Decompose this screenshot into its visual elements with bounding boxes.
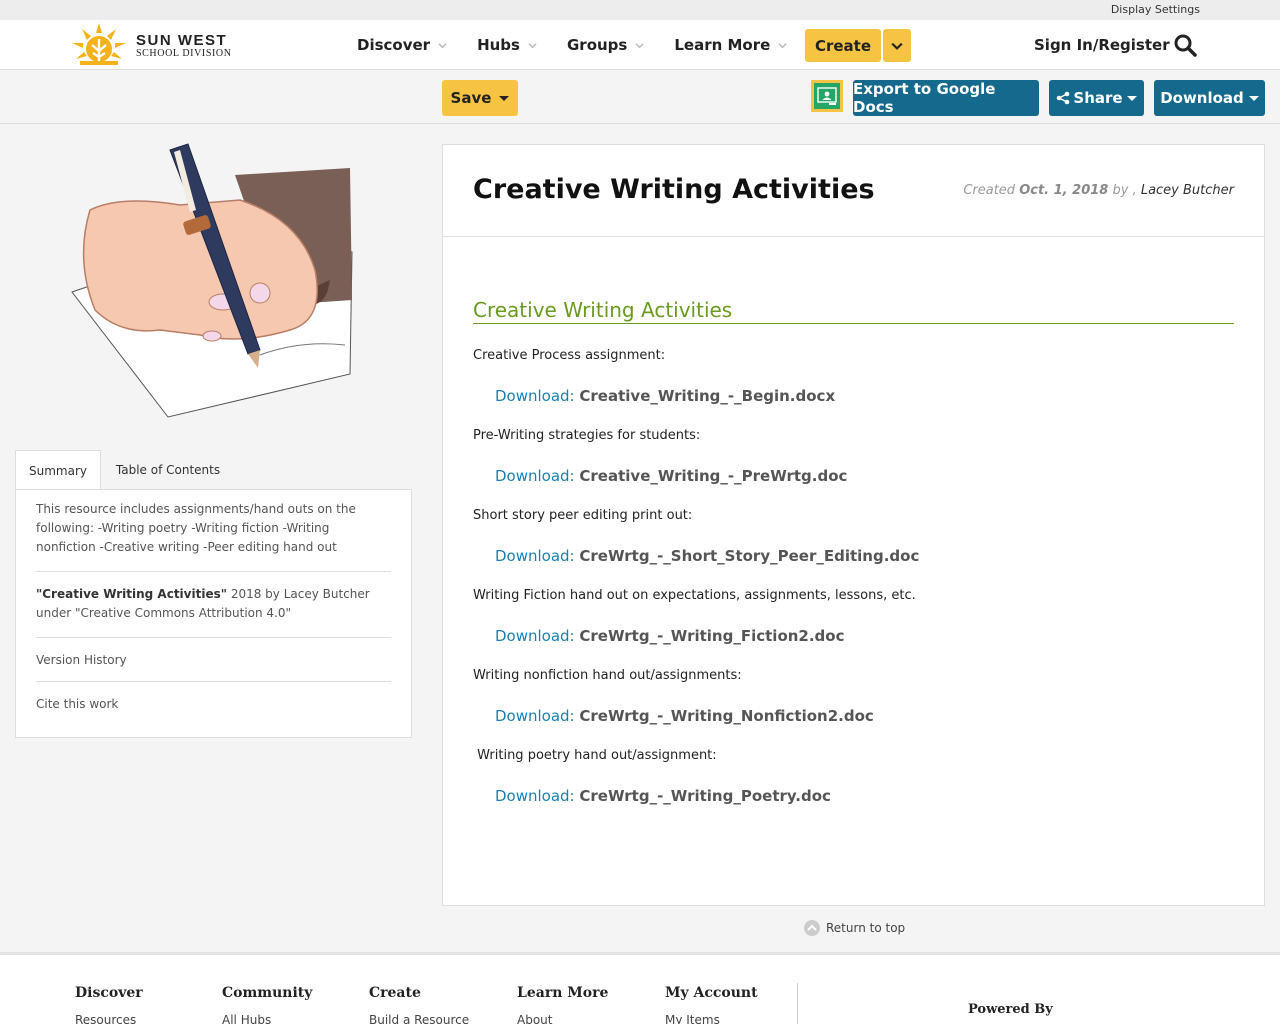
- main-nav: Discover Hubs Groups Learn More: [357, 20, 817, 70]
- download-link[interactable]: Download: Creative_Writing_-_PreWrtg.doc: [495, 467, 847, 485]
- download-button[interactable]: Download: [1154, 80, 1265, 116]
- nav-hubs[interactable]: Hubs: [477, 36, 537, 54]
- version-history-link[interactable]: Version History: [36, 653, 391, 667]
- site-footer: Discover Resources Community All Hubs Cr…: [0, 952, 1280, 1024]
- item-label: Writing Fiction hand out on expectations…: [473, 588, 916, 603]
- sun-icon: [72, 23, 126, 65]
- license-text: under "Creative Commons Attribution 4.0": [36, 606, 292, 620]
- logo-subtitle: SCHOOL DIVISION: [136, 48, 232, 59]
- display-settings-link[interactable]: Display Settings: [1111, 3, 1200, 16]
- logo-title: SUN WEST: [136, 32, 228, 49]
- resource-header: Creative Writing Activities Created Oct.…: [443, 145, 1264, 237]
- download-link[interactable]: Download: CreWrtg_-_Writing_Fiction2.doc: [495, 627, 845, 645]
- chevron-down-icon: [778, 42, 787, 48]
- resource-toolbar: Save Export to Google Docs Share Downloa…: [0, 70, 1280, 124]
- file-name[interactable]: CreWrtg_-_Short_Story_Peer_Editing.doc: [579, 547, 919, 565]
- summary-text: This resource includes assignments/hand …: [36, 502, 356, 554]
- footer-divider: [797, 983, 798, 1024]
- create-button[interactable]: Create: [805, 29, 881, 62]
- file-name[interactable]: CreWrtg_-_Writing_Nonfiction2.doc: [579, 707, 873, 725]
- download-link[interactable]: Download: CreWrtg_-_Short_Story_Peer_Edi…: [495, 547, 919, 565]
- save-button[interactable]: Save: [442, 80, 518, 116]
- return-to-top-link[interactable]: Return to top: [804, 920, 905, 936]
- item-label: Creative Process assignment:: [473, 348, 666, 363]
- arrow-up-icon: [804, 920, 820, 936]
- footer-col-discover: Discover Resources: [75, 985, 143, 1024]
- file-name[interactable]: CreWrtg_-_Writing_Fiction2.doc: [579, 627, 844, 645]
- item-label: Writing nonfiction hand out/assignments:: [473, 668, 742, 683]
- caret-down-icon: [1248, 95, 1259, 101]
- attribution: "Creative Writing Activities" 2018 by La…: [36, 587, 370, 620]
- summary-panel: This resource includes assignments/hand …: [15, 489, 412, 738]
- resource-cover-image: [71, 143, 353, 418]
- share-icon: [1057, 91, 1070, 105]
- caret-down-icon: [1126, 95, 1137, 101]
- resource-content-panel: Creative Writing Activities Created Oct.…: [442, 144, 1265, 906]
- create-dropdown-button[interactable]: [883, 29, 911, 62]
- footer-link[interactable]: All Hubs: [222, 1013, 312, 1024]
- divider: [36, 637, 391, 638]
- item-label: Short story peer editing print out:: [473, 508, 693, 523]
- footer-link[interactable]: My Items: [665, 1013, 758, 1024]
- item-label: Writing poetry hand out/assignment:: [473, 748, 717, 763]
- nav-groups[interactable]: Groups: [567, 36, 644, 54]
- google-classroom-icon[interactable]: [811, 80, 843, 112]
- divider: [36, 681, 391, 682]
- footer-link[interactable]: Build a Resource: [369, 1013, 469, 1024]
- chevron-down-icon: [635, 42, 644, 48]
- chevron-down-icon: [528, 42, 537, 48]
- footer-link[interactable]: Resources: [75, 1013, 143, 1024]
- export-google-docs-button[interactable]: Export to Google Docs: [853, 80, 1039, 116]
- created-info: Created Oct. 1, 2018 by , Lacey Butcher: [963, 183, 1234, 198]
- file-name[interactable]: CreWrtg_-_Writing_Poetry.doc: [579, 787, 831, 805]
- share-button[interactable]: Share: [1049, 80, 1144, 116]
- chevron-down-icon: [438, 42, 447, 48]
- top-utility-bar: Display Settings: [0, 0, 1280, 20]
- author-link[interactable]: Lacey Butcher: [1141, 183, 1234, 198]
- divider: [36, 571, 391, 572]
- section-heading: Creative Writing Activities: [473, 298, 1234, 324]
- footer-col-create: Create Build a Resource: [369, 985, 469, 1024]
- download-link[interactable]: Download: Creative_Writing_-_Begin.docx: [495, 387, 835, 405]
- tab-table-of-contents[interactable]: Table of Contents: [105, 450, 231, 490]
- site-header: SUN WEST SCHOOL DIVISION Discover Hubs G…: [0, 20, 1280, 70]
- nav-discover[interactable]: Discover: [357, 36, 447, 54]
- nav-learn-more[interactable]: Learn More: [674, 36, 787, 54]
- chevron-down-icon: [891, 42, 903, 50]
- sign-in-register-link[interactable]: Sign In/Register: [1034, 36, 1170, 54]
- footer-col-community: Community All Hubs: [222, 985, 312, 1024]
- sun-west-logo[interactable]: SUN WEST SCHOOL DIVISION: [70, 21, 240, 67]
- footer-link[interactable]: About: [517, 1013, 608, 1024]
- cite-work-link[interactable]: Cite this work: [36, 697, 391, 711]
- created-date: Oct. 1, 2018: [1019, 183, 1109, 198]
- page-title: Creative Writing Activities: [473, 174, 875, 205]
- caret-down-icon: [499, 95, 510, 101]
- download-link[interactable]: Download: CreWrtg_-_Writing_Nonfiction2.…: [495, 707, 874, 725]
- footer-col-learn-more: Learn More About: [517, 985, 608, 1024]
- powered-by: Powered By: [968, 1002, 1053, 1017]
- footer-col-my-account: My Account My Items: [665, 985, 758, 1024]
- attribution-title: "Creative Writing Activities": [36, 587, 227, 601]
- sidebar-tabs: Summary Table of Contents: [15, 450, 412, 490]
- file-name[interactable]: Creative_Writing_-_Begin.docx: [579, 387, 835, 405]
- download-link[interactable]: Download: CreWrtg_-_Writing_Poetry.doc: [495, 787, 831, 805]
- item-label: Pre-Writing strategies for students:: [473, 428, 701, 443]
- tab-summary[interactable]: Summary: [15, 450, 101, 490]
- file-name[interactable]: Creative_Writing_-_PreWrtg.doc: [579, 467, 847, 485]
- search-icon[interactable]: [1173, 33, 1197, 57]
